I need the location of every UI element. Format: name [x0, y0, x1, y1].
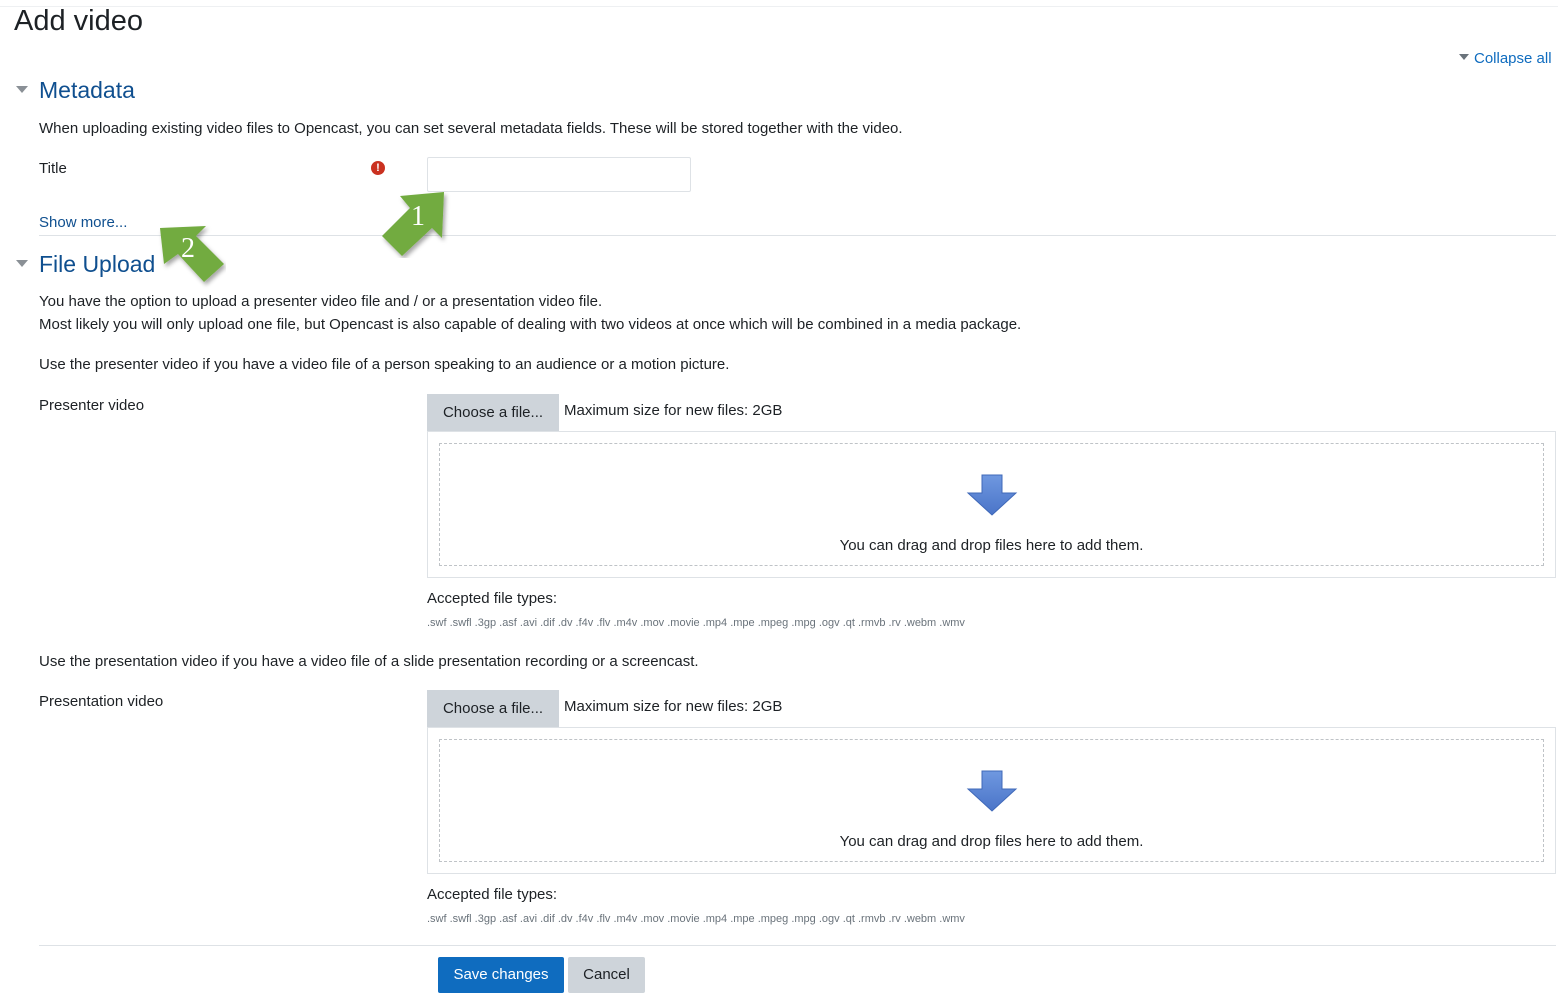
download-arrow-icon — [966, 770, 1017, 812]
callout-2-arrow: 2 — [154, 222, 226, 294]
top-border — [0, 6, 1558, 7]
section-divider — [39, 235, 1556, 236]
presenter-drop-text: You can drag and drop files here to add … — [839, 537, 1144, 554]
caret-down-icon — [1459, 54, 1469, 61]
presentation-accepted-label: Accepted file types: — [427, 886, 558, 903]
presentation-drop-text: You can drag and drop files here to add … — [839, 833, 1144, 850]
file-upload-intro-line2: Most likely you will only upload one fil… — [39, 316, 1022, 333]
presentation-accepted-types: .swf .swfl .3gp .asf .avi .dif .dv .f4v … — [427, 913, 965, 925]
metadata-section-toggle[interactable]: Metadata — [16, 76, 135, 104]
required-icon: ! — [371, 161, 385, 175]
presenter-choose-file-button[interactable]: Choose a file... — [427, 394, 559, 432]
file-upload-intro-line1: You have the option to upload a presente… — [39, 293, 603, 310]
presenter-filepicker: You can drag and drop files here to add … — [427, 431, 1556, 578]
caret-down-icon — [16, 260, 28, 268]
metadata-description: When uploading existing video files to O… — [39, 120, 903, 137]
page-title: Add video — [14, 5, 143, 37]
caret-down-icon — [16, 86, 28, 94]
callout-1-arrow: 1 — [380, 186, 452, 258]
title-label: Title — [39, 160, 67, 177]
presentation-max-size: Maximum size for new files: 2GB — [564, 698, 783, 715]
presenter-video-label: Presenter video — [39, 397, 145, 414]
collapse-all-link[interactable]: Collapse all — [1459, 49, 1552, 69]
presenter-hint: Use the presenter video if you have a vi… — [39, 356, 730, 373]
cancel-button[interactable]: Cancel — [568, 957, 645, 993]
presentation-video-label: Presentation video — [39, 693, 164, 710]
title-input[interactable] — [427, 157, 691, 192]
metadata-heading: Metadata — [39, 77, 135, 103]
file-upload-heading: File Upload — [39, 251, 156, 277]
presenter-accepted-types: .swf .swfl .3gp .asf .avi .dif .dv .f4v … — [427, 617, 965, 629]
presentation-hint: Use the presentation video if you have a… — [39, 653, 699, 670]
presentation-filepicker: You can drag and drop files here to add … — [427, 727, 1556, 874]
file-upload-section-toggle[interactable]: File Upload — [16, 250, 155, 278]
presentation-dropzone[interactable]: You can drag and drop files here to add … — [439, 739, 1544, 862]
footer-divider — [39, 945, 1556, 946]
show-more-link[interactable]: Show more... — [39, 213, 127, 233]
callout-1-number: 1 — [411, 201, 425, 232]
callout-2-number: 2 — [181, 233, 195, 264]
save-changes-button[interactable]: Save changes — [438, 957, 564, 993]
presenter-max-size: Maximum size for new files: 2GB — [564, 402, 783, 419]
presentation-choose-file-button[interactable]: Choose a file... — [427, 690, 559, 728]
presenter-dropzone[interactable]: You can drag and drop files here to add … — [439, 443, 1544, 566]
download-arrow-icon — [966, 474, 1017, 516]
presenter-accepted-label: Accepted file types: — [427, 590, 558, 607]
collapse-all-label: Collapse all — [1474, 50, 1552, 67]
